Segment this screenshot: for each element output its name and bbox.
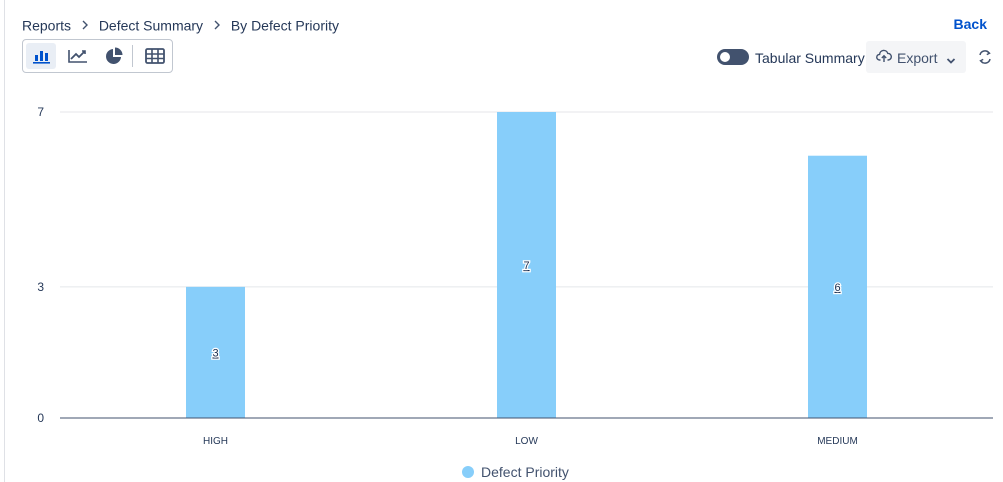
- y-tick-label: 0: [37, 411, 44, 425]
- x-tick-label: HIGH: [203, 436, 228, 447]
- y-tick-label: 7: [37, 105, 44, 119]
- legend-marker: [462, 466, 474, 478]
- legend-label: Defect Priority: [481, 464, 569, 480]
- bar-data-label: 6: [834, 282, 840, 294]
- bar-data-label: 3: [212, 347, 218, 359]
- bar-chart: 0 3 7 3 HIGH 7 LOW 6 MEDIUM: [37, 105, 993, 447]
- x-tick-label: MEDIUM: [817, 436, 858, 447]
- x-tick-label: LOW: [515, 436, 538, 447]
- bar-data-label: 7: [523, 260, 529, 272]
- y-tick-label: 3: [37, 280, 44, 294]
